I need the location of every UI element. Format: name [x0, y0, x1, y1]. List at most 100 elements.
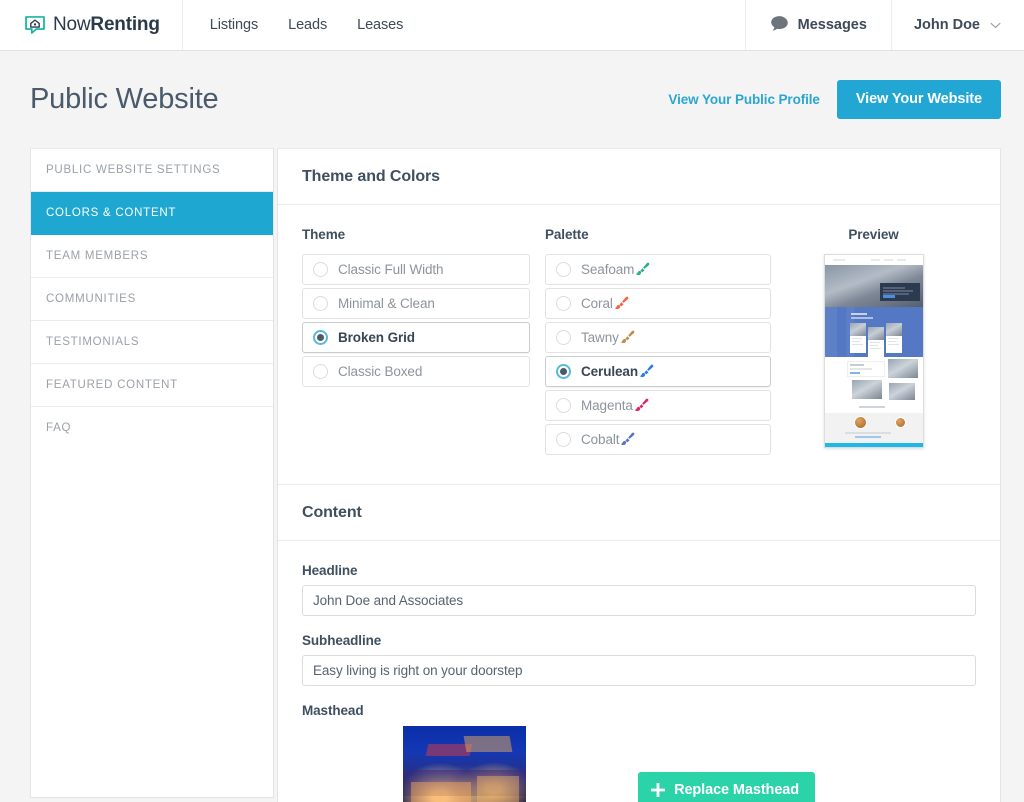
paintbrush-icon: [619, 329, 636, 346]
brand-name: NowRenting: [53, 14, 160, 35]
messages-button[interactable]: Messages: [744, 0, 891, 50]
radio-icon: [313, 364, 328, 379]
theme-option-label: Minimal & Clean: [338, 296, 435, 311]
preview-photo: [851, 380, 882, 399]
nav-link-leases[interactable]: Leases: [357, 17, 403, 33]
theme-column-label: Theme: [302, 227, 346, 242]
masthead-label: Masthead: [302, 703, 364, 718]
preview-card: [885, 323, 902, 353]
content-heading: Content: [278, 484, 1000, 541]
nav-link-listings[interactable]: Listings: [210, 17, 258, 33]
preview-listings-band: [824, 307, 923, 357]
paintbrush-icon: [633, 397, 650, 414]
preview-column: Preview: [771, 227, 976, 458]
radio-icon-selected: [313, 330, 328, 345]
theme-option-label: Broken Grid: [338, 330, 415, 345]
theme-option-label: Classic Full Width: [338, 262, 444, 277]
sidebar-item-featured-content[interactable]: Featured Content: [31, 364, 273, 407]
messages-label: Messages: [797, 17, 867, 33]
sidebar-item-communities[interactable]: Communities: [31, 278, 273, 321]
sidebar-item-team-members[interactable]: Team Members: [31, 235, 273, 278]
theme-option-minimal-and-clean[interactable]: Minimal & Clean: [302, 288, 530, 319]
headline-input[interactable]: [302, 585, 976, 616]
main-panel: Theme and Colors Theme Classic Full Widt…: [277, 148, 1001, 802]
theme-and-colors-heading: Theme and Colors: [278, 149, 1000, 205]
theme-columns: Theme Classic Full Width Minimal & Clean…: [302, 227, 976, 458]
theme-and-colors-body: Theme Classic Full Width Minimal & Clean…: [278, 205, 1000, 484]
preview-photo: [888, 383, 915, 400]
theme-option-broken-grid[interactable]: Broken Grid: [302, 322, 530, 353]
user-menu[interactable]: John Doe: [890, 0, 1024, 50]
page-title: Public Website: [30, 83, 219, 115]
radio-icon: [556, 262, 571, 277]
preview-card: [849, 323, 866, 353]
palette-option-seafoam[interactable]: Seafoam: [545, 254, 771, 285]
view-public-profile-link[interactable]: View Your Public Profile: [668, 92, 820, 107]
nowrenting-logo-icon: [24, 14, 46, 36]
headline-label: Headline: [302, 563, 358, 578]
sidebar-item-public-website-settings[interactable]: Public Website Settings: [31, 149, 273, 192]
radio-icon: [556, 398, 571, 413]
settings-sidebar: Public Website Settings Colors & Content…: [30, 148, 274, 798]
preview-hero-card: [879, 283, 920, 301]
palette-option-cerulean[interactable]: Cerulean: [545, 356, 771, 387]
masthead-image: [403, 726, 526, 802]
chat-bubble-icon: [770, 15, 789, 36]
paintbrush-icon: [638, 363, 655, 380]
chevron-down-icon: [990, 22, 1001, 29]
nav-right-group: Messages John Doe: [744, 0, 1024, 50]
primary-nav-links: Listings Leads Leases: [183, 0, 404, 50]
preview-about-band: [824, 357, 923, 413]
replace-masthead-label: Replace Masthead: [674, 782, 799, 798]
content-body: Headline Subheadline Masthead: [278, 541, 1000, 802]
sidebar-item-testimonials[interactable]: Testimonials: [31, 321, 273, 364]
header-actions: View Your Public Profile View Your Websi…: [668, 80, 1001, 119]
radio-icon: [313, 296, 328, 311]
palette-option-magenta[interactable]: Magenta: [545, 390, 771, 421]
masthead-row: Replace Masthead: [302, 726, 976, 802]
sidebar-item-colors-and-content[interactable]: Colors & Content: [31, 192, 273, 235]
theme-preview-thumbnail[interactable]: [823, 254, 924, 448]
preview-photo: [887, 359, 918, 378]
radio-icon: [556, 432, 571, 447]
palette-option-cobalt[interactable]: Cobalt: [545, 424, 771, 455]
paintbrush-icon: [619, 431, 636, 448]
preview-avatar: [853, 416, 867, 429]
palette-option-label: Cobalt: [581, 432, 620, 447]
preview-avatar: [894, 417, 906, 428]
preview-column-label: Preview: [848, 227, 899, 242]
page-header: Public Website View Your Public Profile …: [6, 51, 1024, 148]
preview-hero-photo: [824, 265, 923, 307]
theme-column: Theme Classic Full Width Minimal & Clean…: [302, 227, 530, 458]
top-navigation-bar: NowRenting Listings Leads Leases Message…: [0, 0, 1024, 51]
content-wrapper: Public Website Settings Colors & Content…: [6, 148, 1024, 802]
nav-link-leads[interactable]: Leads: [288, 17, 327, 33]
palette-option-label: Coral: [581, 296, 613, 311]
view-your-website-button[interactable]: View Your Website: [836, 80, 1001, 119]
palette-option-label: Magenta: [581, 398, 633, 413]
preview-testimonials-band: [824, 413, 923, 443]
preview-card: [867, 327, 884, 357]
palette-option-label: Cerulean: [581, 364, 638, 379]
subheadline-label: Subheadline: [302, 633, 382, 648]
radio-icon: [313, 262, 328, 277]
preview-features-band: [824, 443, 923, 447]
user-name-label: John Doe: [913, 17, 980, 33]
radio-icon: [556, 296, 571, 311]
palette-column-label: Palette: [545, 227, 589, 242]
palette-option-coral[interactable]: Coral: [545, 288, 771, 319]
palette-option-label: Tawny: [581, 330, 619, 345]
brand-logo-link[interactable]: NowRenting: [6, 0, 183, 50]
paintbrush-icon: [613, 295, 630, 312]
palette-option-tawny[interactable]: Tawny: [545, 322, 771, 353]
radio-icon-selected: [556, 364, 571, 379]
palette-option-label: Seafoam: [581, 262, 635, 277]
palette-column: Palette Seafoam Coral Tawny Cerulean Mag…: [545, 227, 771, 458]
app-root: NowRenting Listings Leads Leases Message…: [0, 0, 1024, 802]
sidebar-item-faq[interactable]: FAQ: [31, 407, 273, 449]
theme-option-classic-full-width[interactable]: Classic Full Width: [302, 254, 530, 285]
theme-option-classic-boxed[interactable]: Classic Boxed: [302, 356, 530, 387]
subheadline-input[interactable]: [302, 655, 976, 686]
plus-icon: [651, 783, 666, 797]
replace-masthead-button[interactable]: Replace Masthead: [638, 772, 815, 802]
